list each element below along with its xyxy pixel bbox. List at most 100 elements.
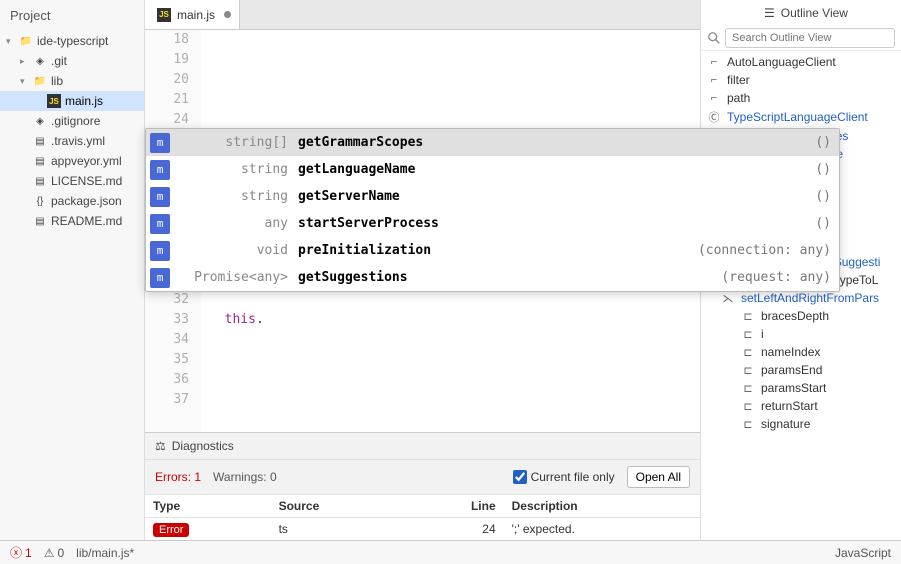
current-file-toggle[interactable]: Current file only <box>513 470 615 484</box>
ac-name: startServerProcess <box>298 216 815 231</box>
tree-item-package-json[interactable]: {}package.json <box>0 191 144 211</box>
col-line[interactable]: Line <box>406 495 503 518</box>
outline-kind-icon: ⊏ <box>741 400 755 413</box>
outline-kind-icon: ⊏ <box>741 310 755 323</box>
current-file-checkbox[interactable] <box>513 470 527 484</box>
status-bar: ⓧ 1 ⚠ 0 lib/main.js* JavaScript <box>0 540 901 564</box>
file-tree: ▾📁ide-typescript▸◈.git▾📁libJSmain.js◈.gi… <box>0 31 144 231</box>
outline-item-path[interactable]: ⌐path <box>701 89 901 107</box>
outline-item-bracesDepth[interactable]: ⊏ bracesDepth <box>701 307 901 325</box>
outline-search-input[interactable] <box>725 28 895 48</box>
method-badge-icon: m <box>150 268 170 288</box>
outline-kind-icon: ⊏ <box>741 328 755 341</box>
outline-kind-icon: ⊏ <box>741 418 755 431</box>
outline-kind-icon: ⋋ <box>721 292 735 305</box>
ac-type: void <box>178 243 298 258</box>
tree-label: .travis.yml <box>51 134 105 148</box>
outline-item-filter[interactable]: ⌐filter <box>701 71 901 89</box>
outline-label: TypeScriptLanguageClient <box>727 110 868 124</box>
autocomplete-item-startServerProcess[interactable]: manystartServerProcess() <box>146 210 839 237</box>
line-number: 18 <box>145 30 189 50</box>
ac-type: any <box>178 216 298 231</box>
status-warn-count[interactable]: ⚠ 0 <box>44 546 64 560</box>
tree-item-main-js[interactable]: JS main.js <box>0 91 144 111</box>
line-number: 33 <box>145 310 189 330</box>
outline-kind-icon: ⊏ <box>741 346 755 359</box>
editor-panel: JS main.js 1819202124323334353637 async … <box>145 0 701 540</box>
status-error-count[interactable]: ⓧ 1 <box>10 544 32 561</box>
diagnostic-row[interactable]: Errorts24';' expected. <box>145 518 700 541</box>
col-desc[interactable]: Description <box>504 495 700 518</box>
ac-signature: (request: any) <box>721 270 831 285</box>
diagnostics-header[interactable]: ⚖ Diagnostics <box>145 433 700 460</box>
tree-item-LICENSE-md[interactable]: ▤LICENSE.md <box>0 171 144 191</box>
js-icon: JS <box>47 94 61 108</box>
project-sidebar: Project ▾📁ide-typescript▸◈.git▾📁libJSmai… <box>0 0 145 540</box>
tree-item--travis-yml[interactable]: ▤ .travis.yml <box>0 131 144 151</box>
tree-label: lib <box>51 74 63 88</box>
tab-mainjs[interactable]: JS main.js <box>145 0 240 29</box>
tree-item-README-md[interactable]: ▤README.md <box>0 211 144 231</box>
tree-item-appveyor-yml[interactable]: ▤ appveyor.yml <box>0 151 144 171</box>
open-all-button[interactable]: Open All <box>627 466 690 488</box>
line-number: 34 <box>145 330 189 350</box>
md-icon: ▤ <box>33 214 47 228</box>
ac-type: Promise<any> <box>178 270 298 285</box>
status-path[interactable]: lib/main.js* <box>76 546 134 560</box>
outline-item-returnStart[interactable]: ⊏ returnStart <box>701 397 901 415</box>
tree-label: appveyor.yml <box>51 154 122 168</box>
col-type[interactable]: Type <box>145 495 271 518</box>
col-source[interactable]: Source <box>271 495 407 518</box>
outline-label: nameIndex <box>761 345 820 359</box>
ac-name: getServerName <box>298 189 815 204</box>
tree-item-ide-typescript[interactable]: ▾📁ide-typescript <box>0 31 144 51</box>
outline-item-i[interactable]: ⊏i <box>701 325 901 343</box>
chevron-icon: ▸ <box>20 56 29 67</box>
ac-name: preInitialization <box>298 243 698 258</box>
tree-item-lib[interactable]: ▾📁lib <box>0 71 144 91</box>
git-icon: ◈ <box>33 54 47 68</box>
outline-item-paramsEnd[interactable]: ⊏paramsEnd <box>701 361 901 379</box>
autocomplete-item-preInitialization[interactable]: mvoidpreInitialization(connection: any) <box>146 237 839 264</box>
outline-label: signature <box>761 417 810 431</box>
outline-item-AutoLanguageClient[interactable]: ⌐AutoLanguageClient <box>701 53 901 71</box>
autocomplete-item-getServerName[interactable]: mstringgetServerName() <box>146 183 839 210</box>
tree-label: main.js <box>65 94 103 108</box>
outline-label: paramsEnd <box>761 363 822 377</box>
autocomplete-item-getGrammarScopes[interactable]: mstring[]getGrammarScopes() <box>146 129 839 156</box>
chevron-icon: ▾ <box>20 76 29 87</box>
outline-item-TypeScriptLanguageClient[interactable]: ⒸTypeScriptLanguageClient <box>701 107 901 127</box>
yml-icon: ▤ <box>33 154 47 168</box>
autocomplete-popup[interactable]: mstring[]getGrammarScopes()mstringgetLan… <box>145 128 840 292</box>
tree-label: .gitignore <box>51 114 100 128</box>
outline-label: i <box>761 327 764 341</box>
tree-item--git[interactable]: ▸◈.git <box>0 51 144 71</box>
modified-dot-icon <box>224 11 231 18</box>
yml-icon: ▤ <box>33 134 47 148</box>
outline-kind-icon: ⌐ <box>707 74 721 86</box>
autocomplete-item-getLanguageName[interactable]: mstringgetLanguageName() <box>146 156 839 183</box>
outline-label: returnStart <box>761 399 818 413</box>
outline-item-nameIndex[interactable]: ⊏ nameIndex <box>701 343 901 361</box>
ac-name: getGrammarScopes <box>298 135 815 150</box>
autocomplete-item-getSuggestions[interactable]: mPromise<any>getSuggestions(request: any… <box>146 264 839 291</box>
errors-summary: Errors: 1 <box>155 470 201 484</box>
diagnostics-panel: ⚖ Diagnostics Errors: 1 Warnings: 0 Curr… <box>145 432 700 540</box>
tree-item--gitignore[interactable]: ◈.gitignore <box>0 111 144 131</box>
tab-bar: JS main.js <box>145 0 700 30</box>
outline-label: path <box>727 91 750 105</box>
outline-label: setLeftAndRightFromPars <box>741 291 879 305</box>
outline-label: bracesDepth <box>761 309 829 323</box>
line-number: 21 <box>145 90 189 110</box>
outline-item-paramsStart[interactable]: ⊏paramsStart <box>701 379 901 397</box>
outline-item-signature[interactable]: ⊏ signature <box>701 415 901 433</box>
tree-label: package.json <box>51 194 122 208</box>
line-number: 32 <box>145 290 189 310</box>
outline-list: ⌐AutoLanguageClient⌐filter⌐pathⒸTypeScri… <box>701 51 901 540</box>
ac-name: getLanguageName <box>298 162 815 177</box>
outline-label: AutoLanguageClient <box>727 55 836 69</box>
warn-icon: ⚠ <box>44 546 55 560</box>
status-language[interactable]: JavaScript <box>835 546 891 560</box>
md-icon: ▤ <box>33 174 47 188</box>
outline-kind-icon: ⊏ <box>741 382 755 395</box>
